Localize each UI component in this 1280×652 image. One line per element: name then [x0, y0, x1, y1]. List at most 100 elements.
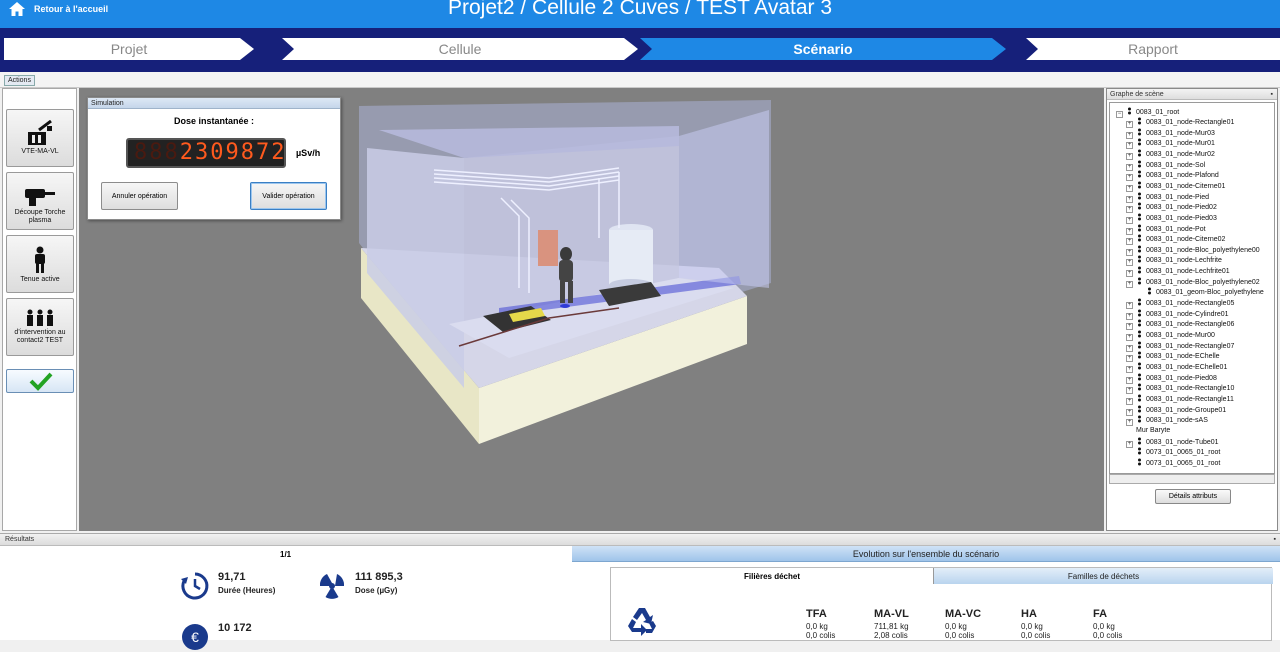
duration-metric: 91,71 Durée (Heures): [180, 571, 275, 601]
node-icon: [1138, 213, 1141, 221]
tree-node[interactable]: +0083_01_node-Tube01: [1126, 437, 1219, 448]
tree-node[interactable]: +0083_01_node-Rectangle10: [1126, 383, 1234, 395]
dose-value: 111 895,3: [355, 571, 403, 583]
waste-kg: 0,0 kg: [806, 622, 828, 631]
node-icon: [1138, 394, 1141, 402]
waste-colis: 0,0 colis: [1021, 631, 1051, 640]
horizontal-scrollbar[interactable]: [1109, 474, 1275, 484]
tree-node[interactable]: +0083_01_node-Mur03: [1126, 128, 1215, 139]
node-icon: [1138, 330, 1141, 338]
tree-node[interactable]: +0083_01_node-Pied08: [1126, 373, 1217, 384]
action-vte-ma-vl[interactable]: VTE-MA-VL: [6, 109, 74, 167]
waste-name: HA: [1021, 608, 1037, 620]
scene-tree[interactable]: −0083_01_root +0083_01_node-Rectangle01 +…: [1109, 102, 1275, 474]
details-attributes-button[interactable]: Détails attributs: [1155, 489, 1231, 504]
step-cellule[interactable]: Cellule: [282, 38, 638, 60]
waste-colis: 0,0 colis: [1093, 631, 1123, 640]
evolution-tab[interactable]: Evolution sur l'ensemble du scénario: [572, 546, 1280, 562]
tree-node-label: 0083_01_node-Rectangle05: [1146, 300, 1235, 308]
tree-node[interactable]: 0073_01_0065_01_root: [1126, 458, 1220, 468]
step-label: Scénario: [793, 41, 853, 57]
tree-node[interactable]: +0083_01_node-Pied02: [1126, 202, 1217, 214]
node-icon: [1138, 405, 1141, 413]
step-projet[interactable]: Projet: [4, 38, 254, 60]
validate-operation-button[interactable]: Valider opération: [250, 182, 327, 210]
tree-node-label: 0083_01_root: [1136, 109, 1180, 116]
tree-node-label: 0083_01_node-Rectangle06: [1146, 321, 1235, 329]
tree-node[interactable]: +0083_01_node-Rectangle01: [1126, 117, 1234, 128]
pin-icon[interactable]: ▪: [1271, 89, 1273, 100]
tree-node[interactable]: +0083_01_node-Lechfrite: [1126, 255, 1222, 267]
waste-colis: 2,08 colis: [874, 631, 908, 640]
waste-colis: 0,0 colis: [806, 631, 836, 640]
node-icon: [1138, 437, 1141, 444]
tree-node[interactable]: +0083_01_node-Plafond: [1126, 170, 1219, 182]
expand-icon[interactable]: +: [1126, 280, 1133, 288]
node-icon: [1138, 415, 1141, 423]
step-label: Cellule: [438, 41, 482, 57]
node-icon: [1138, 160, 1141, 168]
tree-node[interactable]: 0083_01_geom-Bloc_polyethylene: [1136, 287, 1264, 297]
tree-node[interactable]: +0083_01_node-Rectangle11: [1126, 394, 1234, 405]
step-scenario[interactable]: Scénario: [640, 38, 1006, 60]
waste-section: Filières déchet Familles de déchets TFA 0…: [610, 567, 1273, 641]
tree-node-label: 0083_01_node-Sol: [1146, 161, 1206, 169]
tab-familles-dechets[interactable]: Familles de déchets: [933, 568, 1273, 584]
tree-node[interactable]: +0083_01_node-Mur02: [1126, 149, 1215, 160]
tree-node[interactable]: +0083_01_node-Sol: [1126, 160, 1205, 171]
waste-container-icon: [28, 120, 52, 145]
node-icon: [1138, 447, 1141, 455]
action-tenue-active[interactable]: Tenue active: [6, 235, 74, 293]
tree-node[interactable]: +0083_01_node-EChelle01: [1126, 362, 1227, 373]
tree-node[interactable]: +0083_01_node-Pot: [1126, 224, 1206, 235]
tree-node[interactable]: +0083_01_node-Rectangle05: [1126, 298, 1235, 310]
tree-node[interactable]: +0083_01_node-Mur00: [1126, 330, 1215, 341]
step-label: Projet: [110, 41, 148, 57]
tree-node-label: Mur Baryte: [1136, 426, 1171, 434]
tree-node[interactable]: +0083_01_node-Cylindre01: [1126, 309, 1229, 320]
tree-node[interactable]: +0083_01_node-sAS: [1126, 415, 1208, 427]
tree-node-label: 0083_01_node-Rectangle01: [1146, 119, 1235, 126]
tree-node-label: 0083_01_node-Pied08: [1146, 374, 1217, 382]
tree-node[interactable]: Mur Baryte: [1126, 426, 1170, 435]
action-intervention-contact[interactable]: d'intervention au contact2 TEST: [6, 298, 74, 356]
node-icon: [1138, 245, 1141, 253]
tree-node[interactable]: +0083_01_node-Citerne02: [1126, 234, 1225, 246]
collapse-icon[interactable]: −: [1116, 111, 1123, 118]
node-icon: [1138, 192, 1141, 200]
tree-node[interactable]: +0083_01_node-Pied: [1126, 192, 1209, 203]
waste-name: MA-VC: [945, 608, 982, 620]
node-icon: [1138, 117, 1141, 125]
tree-node-label: 0083_01_node-Groupe01: [1146, 406, 1227, 414]
tree-node[interactable]: +0083_01_node-Citerne01: [1126, 181, 1225, 192]
tree-node-label: 0083_01_node-Lechfrite01: [1146, 268, 1230, 276]
tree-node[interactable]: +0083_01_node-Rectangle06: [1126, 319, 1235, 331]
tree-node[interactable]: +0083_01_node-Pied03: [1126, 213, 1217, 224]
node-icon: [1138, 128, 1141, 136]
actions-tab[interactable]: Actions: [4, 75, 35, 86]
person-icon: [35, 246, 45, 273]
tree-node-label: 0083_01_node-Mur01: [1146, 140, 1215, 148]
group-icon: [27, 309, 53, 326]
tab-filieres-dechet[interactable]: Filières déchet: [611, 568, 933, 584]
tree-node[interactable]: +0083_01_node-Groupe01: [1126, 405, 1226, 416]
simulation-header: Simulation: [88, 98, 340, 109]
tree-node[interactable]: +0083_01_node-Lechfrite01: [1126, 266, 1230, 278]
action-decoupe[interactable]: Découpe Torche plasma: [6, 172, 74, 230]
confirm-button[interactable]: [6, 369, 74, 393]
cancel-operation-button[interactable]: Annuler opération: [101, 182, 178, 210]
results-panel: Résultats ▪ 1/1 Evolution sur l'ensemble …: [0, 533, 1280, 650]
step-rapport[interactable]: Rapport: [1026, 38, 1280, 60]
tree-node[interactable]: +0083_01_node-Rectangle07: [1126, 341, 1234, 352]
tree-node[interactable]: +0083_01_node-Bloc_polyethylene02: [1126, 277, 1260, 288]
dose-unit: µSv/h: [296, 148, 321, 158]
node-icon: [1138, 362, 1141, 370]
step-label: Rapport: [1128, 41, 1178, 57]
tree-node[interactable]: 0073_01_0065_01_root: [1126, 447, 1220, 457]
tree-node[interactable]: +0083_01_node-Mur01: [1126, 138, 1215, 150]
waste-kg: 711,81 kg: [874, 622, 909, 631]
tree-node[interactable]: +0083_01_node-EChelle: [1126, 351, 1220, 363]
tree-node[interactable]: +0083_01_node-Bloc_polyethylene00: [1126, 245, 1260, 256]
pin-icon[interactable]: ▪: [1274, 534, 1276, 546]
dose-value: 2309872: [179, 140, 287, 165]
